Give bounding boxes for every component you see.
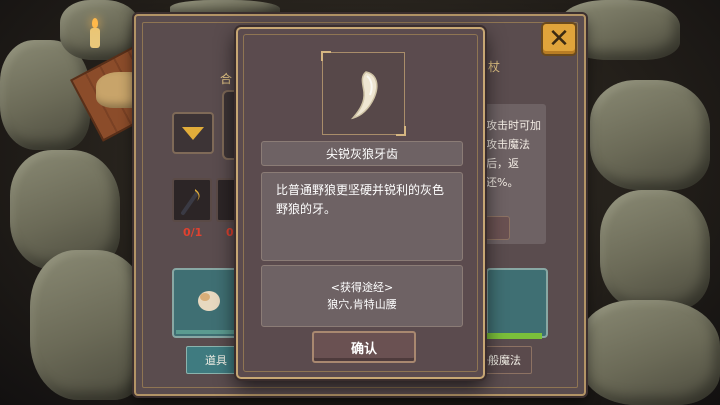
item-card-left[interactable] [172,268,240,338]
triangle-down-icon [182,126,204,140]
egg-icon [198,291,220,311]
source-location: 狼穴,肯特山腰 [327,298,397,311]
rock [590,80,710,190]
material-count: 0 [226,226,234,239]
candle [90,18,100,48]
progress-bar-right [486,333,542,339]
rock [30,250,150,400]
item-card-right[interactable] [486,268,548,338]
dropdown-button[interactable] [172,112,214,154]
recipe-slot [222,90,236,160]
right-description-text: 攻击时可加攻击魔法后，返还%。 [486,119,541,189]
material-slot[interactable] [216,178,236,222]
close-button[interactable]: ✕ [541,22,577,56]
material-count: 0/1 [183,226,203,239]
staff-icon [181,189,200,215]
rock [580,300,720,405]
close-icon: ✕ [548,24,570,54]
rock [600,190,710,310]
source-title: <获得途经> [330,281,394,294]
wolf-fang-icon [350,70,377,119]
crafting-panel-title: 合 [220,72,233,86]
material-slot[interactable] [172,178,212,222]
item-description: 比普通野狼更坚硬并锐利的灰色野狼的牙。 [261,172,463,261]
item-icon-frame [321,51,406,136]
item-source-box: <获得途经> 狼穴,肯特山腰 [261,265,463,327]
right-action-button[interactable] [484,216,510,240]
confirm-button[interactable]: 确认 [312,331,416,363]
crafting-panel-title-right: 杖 [488,60,501,74]
item-info-dialog: 尖锐灰狼牙齿 比普通野狼更坚硬并锐利的灰色野狼的牙。 <获得途经> 狼穴,肯特山… [236,27,485,379]
item-name: 尖锐灰狼牙齿 [261,141,463,166]
progress-bar-left [176,330,238,334]
